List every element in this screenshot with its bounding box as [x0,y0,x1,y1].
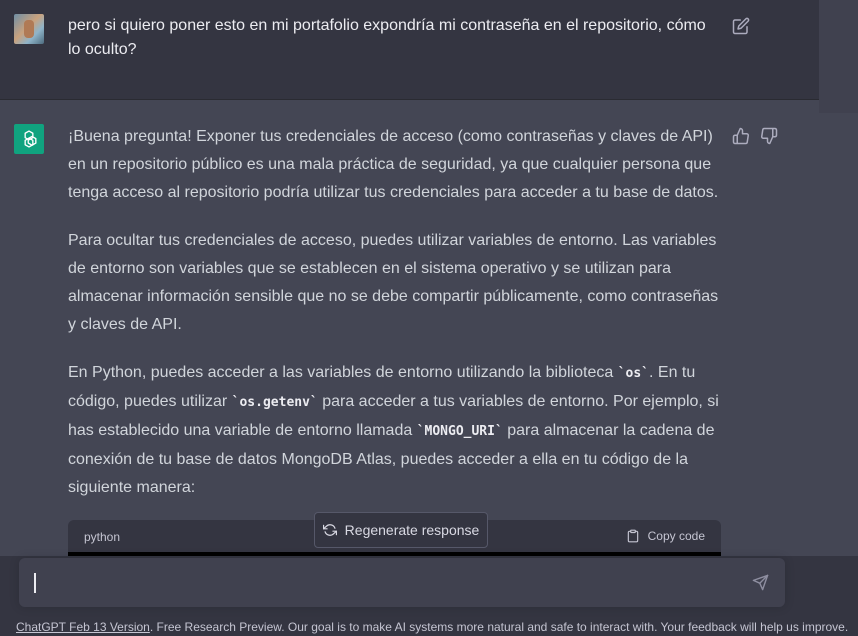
refresh-icon [322,524,337,536]
footer-disclaimer: ChatGPT Feb 13 Version. Free Research Pr… [16,620,849,634]
paper-plane-icon[interactable] [752,574,769,591]
thumbs-down-icon[interactable] [760,127,778,145]
user-avatar [14,14,44,44]
inline-code-mongo-uri: `MONGO_URI` [416,424,503,439]
clipboard-icon [627,529,638,543]
regenerate-button[interactable]: Regenerate response [314,512,488,548]
thumbs-up-icon[interactable] [732,127,750,145]
inline-code-getenv: `os.getenv` [231,395,318,410]
version-link[interactable]: ChatGPT Feb 13 Version [16,620,150,634]
paragraph-2: Para ocultar tus credenciales de acceso,… [68,232,719,333]
message-input[interactable] [19,558,785,607]
openai-logo-icon [14,124,44,154]
assistant-message-text: ¡Buena pregunta! Exponer tus credenciale… [68,123,724,522]
regenerate-label: Regenerate response [344,522,480,538]
edit-icon[interactable] [732,17,750,35]
text-caret [34,573,36,593]
paragraph-3: En Python, puedes acceder a las variable… [68,364,719,496]
copy-code-button[interactable]: Copy code [626,529,705,543]
copy-code-label: Copy code [647,529,705,543]
user-message-text: pero si quiero poner esto en mi portafol… [68,17,706,58]
inline-code-os: `os` [617,366,649,381]
paragraph-1: ¡Buena pregunta! Exponer tus credenciale… [68,128,719,201]
scrollbar[interactable] [819,0,858,113]
code-language: python [84,530,121,544]
user-message-row: pero si quiero poner esto en mi portafol… [0,0,858,100]
